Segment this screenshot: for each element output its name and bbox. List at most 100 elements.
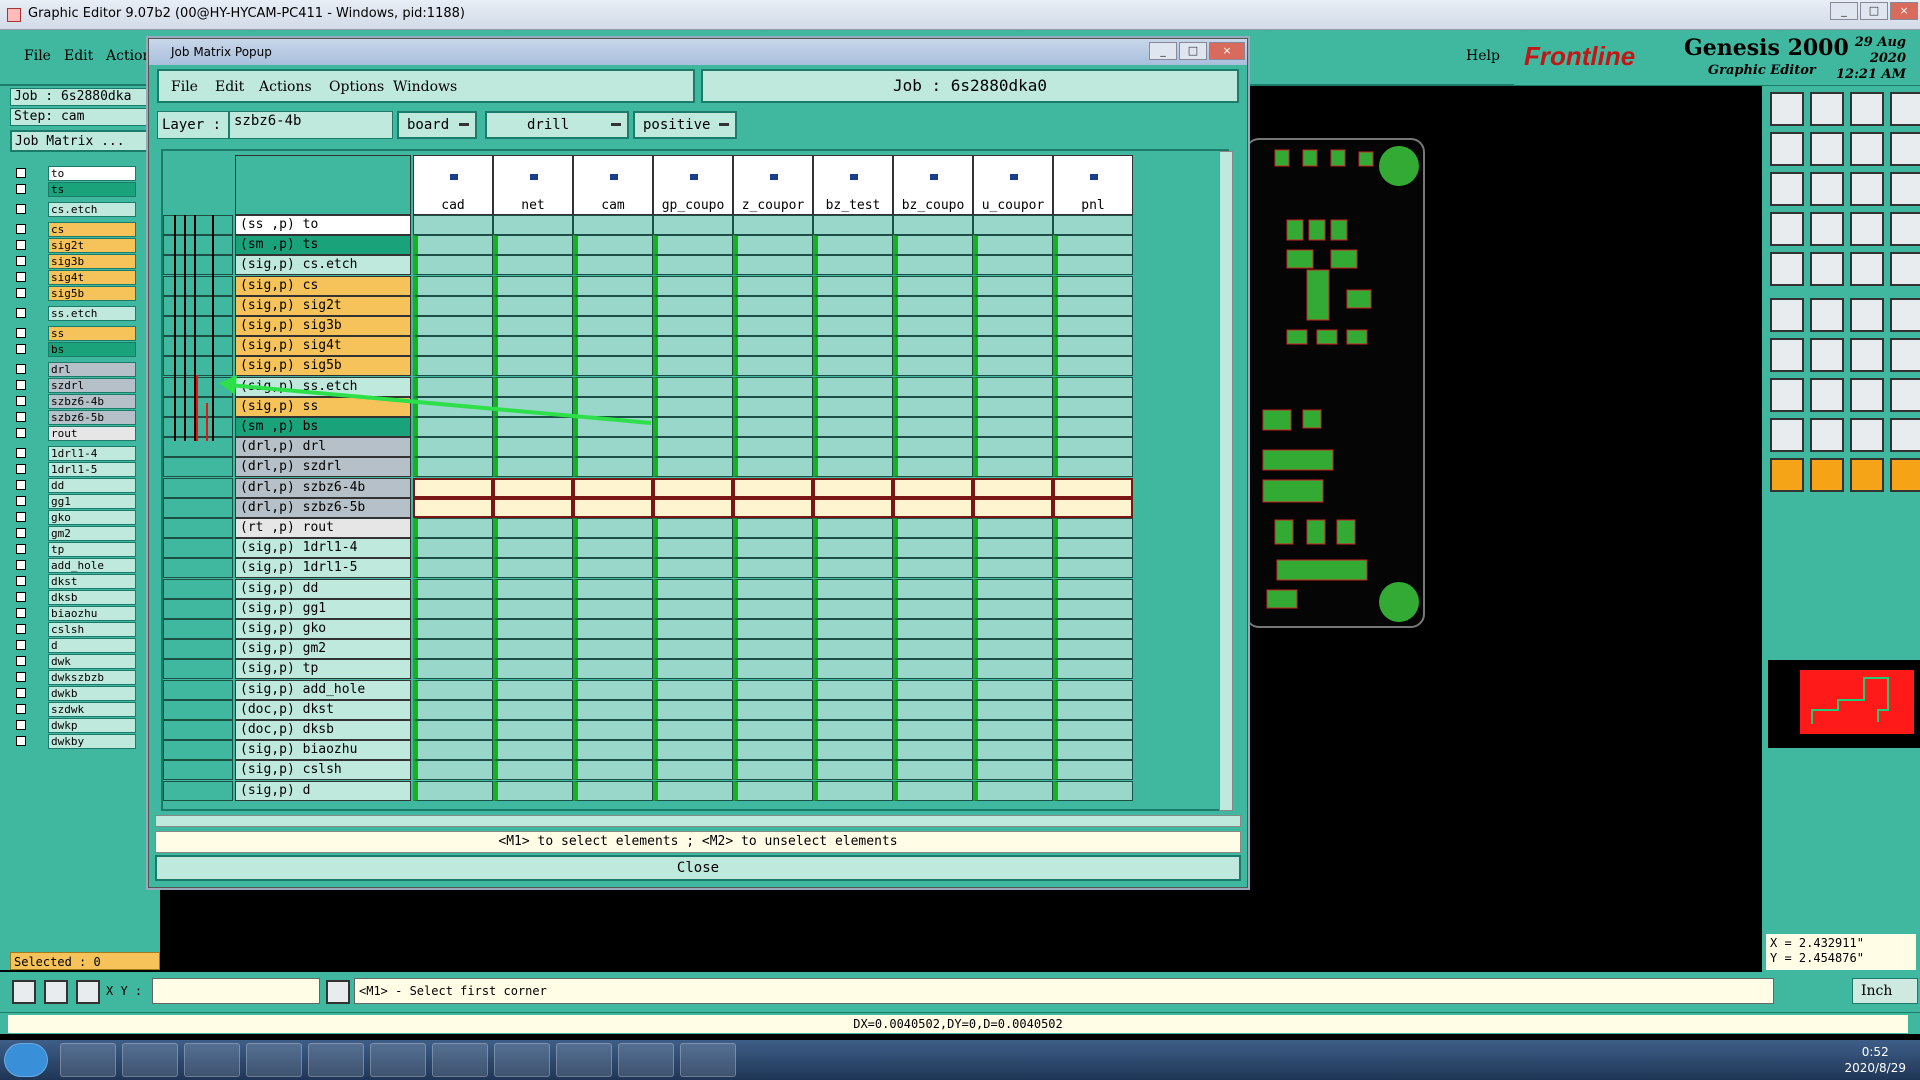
layer-checkbox[interactable] (16, 344, 26, 354)
matrix-cell[interactable] (413, 760, 493, 781)
matrix-cell[interactable] (573, 619, 653, 639)
matrix-cell[interactable] (573, 720, 653, 740)
maximize-button[interactable]: □ (1860, 2, 1888, 20)
matrix-cell[interactable] (973, 235, 1053, 256)
popup-menu-actions[interactable]: Actions (259, 79, 312, 95)
layer-row-label[interactable]: (sig,p) 1drl1-5 (235, 558, 411, 579)
matrix-cell[interactable] (893, 679, 973, 700)
matrix-cell[interactable] (493, 396, 573, 417)
layer-item[interactable]: add_hole (12, 558, 140, 573)
popup-menu-file[interactable]: File (171, 79, 198, 95)
matrix-cell[interactable] (653, 457, 733, 478)
matrix-cell[interactable] (493, 316, 573, 336)
layer-checkbox[interactable] (16, 608, 26, 618)
layer-checkbox[interactable] (16, 412, 26, 422)
matrix-cell[interactable] (733, 518, 813, 538)
matrix-cell[interactable] (973, 316, 1053, 336)
tool-icon[interactable] (1770, 212, 1804, 246)
layer-row-label[interactable]: (ss ,p) to (235, 215, 411, 235)
layer-item[interactable]: biaozhu (12, 606, 140, 621)
tool-icon[interactable] (1810, 458, 1844, 492)
matrix-cell[interactable] (653, 659, 733, 680)
matrix-cell[interactable] (813, 720, 893, 740)
matrix-cell[interactable] (813, 376, 893, 397)
matrix-cell[interactable] (413, 437, 493, 458)
matrix-cell[interactable] (493, 336, 573, 357)
tool-icon[interactable] (1850, 298, 1884, 332)
matrix-cell[interactable] (733, 295, 813, 316)
matrix-cell[interactable] (733, 356, 813, 377)
matrix-cell[interactable] (493, 679, 573, 700)
matrix-cell[interactable] (653, 235, 733, 256)
matrix-cell[interactable] (813, 295, 893, 316)
matrix-cell[interactable] (813, 336, 893, 357)
matrix-cell[interactable] (973, 679, 1053, 700)
matrix-cell[interactable] (653, 578, 733, 599)
layer-checkbox[interactable] (16, 544, 26, 554)
menu-file[interactable]: File (24, 48, 51, 64)
matrix-cell[interactable] (653, 679, 733, 700)
layer-item[interactable]: dwkby (12, 734, 140, 749)
matrix-cell[interactable] (653, 518, 733, 538)
zoom-box-icon[interactable] (12, 980, 36, 1004)
layer-checkbox[interactable] (16, 640, 26, 650)
matrix-cell[interactable] (973, 578, 1053, 599)
matrix-cell[interactable] (893, 437, 973, 458)
step-column-header[interactable]: u_coupor (973, 155, 1053, 215)
matrix-cell[interactable] (493, 740, 573, 761)
matrix-vertical-scrollbar[interactable] (1219, 151, 1233, 811)
matrix-cell[interactable] (493, 235, 573, 256)
layer-row-label[interactable]: (sig,p) sig5b (235, 356, 411, 377)
layer-item[interactable]: dkst (12, 574, 140, 589)
layer-item[interactable]: d (12, 638, 140, 653)
matrix-cell[interactable] (1053, 396, 1133, 417)
tool-icon[interactable] (1850, 338, 1884, 372)
matrix-cell[interactable] (893, 457, 973, 478)
matrix-cell[interactable] (813, 477, 893, 498)
matrix-cell[interactable] (653, 376, 733, 397)
tool-icon[interactable] (1810, 378, 1844, 412)
taskbar-app-10[interactable] (618, 1043, 674, 1077)
matrix-cell[interactable] (973, 639, 1053, 660)
layer-row-label[interactable]: (sig,p) sig2t (235, 295, 411, 316)
matrix-cell[interactable] (973, 497, 1053, 518)
layer-row-label[interactable]: (drl,p) szdrl (235, 457, 411, 478)
matrix-cell[interactable] (573, 235, 653, 256)
matrix-cell[interactable] (413, 740, 493, 761)
matrix-cell[interactable] (973, 295, 1053, 316)
row-handle[interactable] (163, 417, 233, 437)
tool-icon[interactable] (1850, 132, 1884, 166)
matrix-cell[interactable] (1053, 295, 1133, 316)
matrix-cell[interactable] (413, 215, 493, 235)
matrix-cell[interactable] (413, 619, 493, 639)
matrix-cell[interactable] (973, 518, 1053, 538)
matrix-cell[interactable] (653, 598, 733, 619)
layer-item[interactable]: gko (12, 510, 140, 525)
matrix-cell[interactable] (653, 639, 733, 660)
layer-item[interactable]: 1drl1-4 (12, 446, 140, 461)
row-handle[interactable] (163, 497, 233, 518)
tool-icon[interactable] (1890, 378, 1920, 412)
matrix-cell[interactable] (893, 255, 973, 276)
matrix-cell[interactable] (733, 235, 813, 256)
matrix-cell[interactable] (1053, 437, 1133, 458)
layer-item[interactable]: 1drl1-5 (12, 462, 140, 477)
tool-icon[interactable] (1890, 212, 1920, 246)
taskbar-app-3[interactable] (184, 1043, 240, 1077)
layer-item[interactable]: dwkp (12, 718, 140, 733)
matrix-cell[interactable] (413, 780, 493, 801)
matrix-cell[interactable] (813, 275, 893, 296)
matrix-cell[interactable] (733, 275, 813, 296)
row-handle[interactable] (163, 699, 233, 720)
matrix-cell[interactable] (1053, 558, 1133, 579)
matrix-cell[interactable] (733, 255, 813, 276)
pcb-canvas[interactable] (1245, 138, 1425, 628)
matrix-cell[interactable] (893, 417, 973, 437)
close-window-button[interactable]: × (1890, 2, 1918, 20)
matrix-cell[interactable] (413, 639, 493, 660)
matrix-cell[interactable] (493, 720, 573, 740)
matrix-cell[interactable] (893, 598, 973, 619)
matrix-cell[interactable] (813, 437, 893, 458)
layer-name-field[interactable]: szbz6-4b (229, 111, 393, 139)
matrix-cell[interactable] (733, 760, 813, 781)
